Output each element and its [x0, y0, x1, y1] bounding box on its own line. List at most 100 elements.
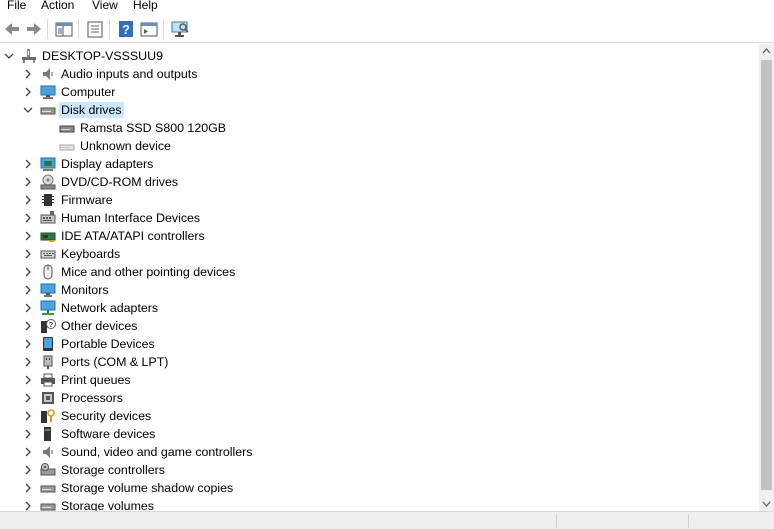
menu-help[interactable]: Help	[133, 0, 158, 13]
tree-item-audio-inputs-and-outputs[interactable]: Audio inputs and outputs	[0, 65, 760, 83]
vertical-scrollbar[interactable]	[759, 44, 774, 511]
tree-item-other-devices[interactable]: ? Other devices	[0, 317, 760, 335]
chevron-right-icon[interactable]	[23, 176, 33, 188]
tree-root[interactable]: DESKTOP-VSSSUU9	[0, 47, 760, 65]
menu-view[interactable]: View	[92, 0, 118, 13]
sound-controller-icon	[43, 446, 53, 458]
chevron-right-icon[interactable]	[23, 302, 33, 314]
scrollbar-thumb[interactable]	[761, 60, 772, 490]
tree-item-label: Network adapters	[61, 301, 159, 315]
tree-item-dvd-cd-rom-drives[interactable]: DVD/CD-ROM drives	[0, 173, 760, 191]
display-adapter-icon	[40, 157, 56, 171]
chevron-right-icon[interactable]	[23, 158, 33, 170]
dvd-drive-icon	[40, 174, 56, 190]
menu-action[interactable]: Action	[41, 0, 74, 13]
computer-root-icon	[22, 49, 36, 63]
tree-item-label: Audio inputs and outputs	[61, 67, 198, 81]
chevron-right-icon[interactable]	[23, 464, 33, 476]
shadow-copy-icon	[40, 485, 56, 493]
tree-item-label: Monitors	[61, 283, 109, 297]
toolbar-separator	[109, 19, 110, 39]
tree-item-storage-volumes[interactable]: Storage volumes	[0, 497, 760, 511]
back-icon[interactable]	[2, 19, 22, 39]
chevron-right-icon[interactable]	[23, 428, 33, 440]
monitor-icon	[40, 283, 56, 297]
scroll-up-arrow-icon[interactable]	[759, 44, 774, 59]
tree-item-label: Human Interface Devices	[61, 211, 201, 225]
tree-item-network-adapters[interactable]: Network adapters	[0, 299, 760, 317]
menu-file[interactable]: File	[7, 0, 26, 13]
help-icon[interactable]: ?	[116, 19, 136, 39]
chevron-down-icon[interactable]	[23, 104, 33, 116]
chevron-down-icon[interactable]	[4, 50, 14, 62]
toolbar-separator	[78, 19, 79, 39]
chevron-right-icon[interactable]	[23, 446, 33, 458]
tree-child-unknown-device[interactable]: Unknown device	[0, 137, 760, 155]
chevron-right-icon[interactable]	[23, 230, 33, 242]
tree-item-processors[interactable]: Processors	[0, 389, 760, 407]
forward-icon[interactable]	[24, 19, 44, 39]
tree-item-security-devices[interactable]: Security devices	[0, 407, 760, 425]
tree-item-label: Sound, video and game controllers	[61, 445, 253, 459]
chevron-right-icon[interactable]	[23, 410, 33, 422]
tree-child-ramsta-ssd[interactable]: Ramsta SSD S800 120GB	[0, 119, 760, 137]
tree-item-label: Computer	[61, 85, 116, 99]
chevron-right-icon[interactable]	[23, 338, 33, 350]
tree-item-monitors[interactable]: Monitors	[0, 281, 760, 299]
tree-item-label: Storage controllers	[61, 463, 165, 477]
tree-item-storage-controllers[interactable]: Storage controllers	[0, 461, 760, 479]
toolbar-separator	[47, 19, 48, 39]
tree-item-computer[interactable]: Computer	[0, 83, 760, 101]
tree-item-keyboards[interactable]: Keyboards	[0, 245, 760, 263]
properties-icon[interactable]	[85, 19, 105, 39]
chevron-right-icon[interactable]	[23, 482, 33, 494]
tree-child-label: Unknown device	[80, 139, 171, 153]
console-tree-view-icon[interactable]	[139, 19, 159, 39]
scan-hardware-changes-icon[interactable]	[170, 19, 190, 39]
chevron-right-icon[interactable]	[23, 68, 33, 80]
scroll-down-arrow-icon[interactable]	[759, 496, 774, 511]
tree-item-label: DVD/CD-ROM drives	[61, 175, 179, 189]
tree-item-label: Portable Devices	[61, 337, 155, 351]
status-bar	[0, 511, 774, 529]
tree-root-label: DESKTOP-VSSSUU9	[42, 49, 163, 63]
tree-item-mice-and-other-pointing-devices[interactable]: Mice and other pointing devices	[0, 263, 760, 281]
tree-item-label: Storage volume shadow copies	[61, 481, 234, 495]
tree-item-software-devices[interactable]: Software devices	[0, 425, 760, 443]
show-hide-console-tree-icon[interactable]	[54, 19, 74, 39]
mouse-icon	[43, 264, 53, 280]
keyboard-icon	[40, 250, 56, 259]
chevron-right-icon[interactable]	[23, 392, 33, 404]
chevron-right-icon[interactable]	[23, 266, 33, 278]
speaker-icon	[43, 68, 53, 80]
ide-controller-icon	[40, 232, 56, 242]
chevron-right-icon[interactable]	[23, 86, 33, 98]
tree-item-storage-volume-shadow-copies[interactable]: Storage volume shadow copies	[0, 479, 760, 497]
tree-item-human-interface-devices[interactable]: Human Interface Devices	[0, 209, 760, 227]
processor-icon	[42, 392, 54, 404]
network-adapter-icon	[40, 300, 56, 315]
chevron-right-icon[interactable]	[23, 356, 33, 368]
tree-item-label: Security devices	[61, 409, 152, 423]
tree-item-firmware[interactable]: Firmware	[0, 191, 760, 209]
chevron-right-icon[interactable]	[23, 212, 33, 224]
chevron-right-icon[interactable]	[23, 374, 33, 386]
toolbar: ?	[0, 13, 774, 43]
chevron-right-icon[interactable]	[23, 194, 33, 206]
tree-item-ide-ata-atapi-controllers[interactable]: IDE ATA/ATAPI controllers	[0, 227, 760, 245]
tree-item-display-adapters[interactable]: Display adapters	[0, 155, 760, 173]
tree-item-portable-devices[interactable]: Portable Devices	[0, 335, 760, 353]
tree-item-disk-drives[interactable]: Disk drives	[0, 101, 760, 119]
tree-item-sound-video-and-game-controllers[interactable]: Sound, video and game controllers	[0, 443, 760, 461]
tree-item-print-queues[interactable]: Print queues	[0, 371, 760, 389]
tree-item-label: Display adapters	[61, 157, 154, 171]
chevron-right-icon[interactable]	[23, 320, 33, 332]
chevron-right-icon[interactable]	[23, 284, 33, 296]
tree-child-label: Ramsta SSD S800 120GB	[80, 121, 227, 135]
disk-drive-icon	[59, 125, 75, 133]
printer-icon	[41, 373, 55, 387]
tree-item-label: Keyboards	[61, 247, 121, 261]
tree-item-ports-com-lpt[interactable]: Ports (COM & LPT)	[0, 353, 760, 371]
chevron-right-icon[interactable]	[23, 500, 33, 511]
chevron-right-icon[interactable]	[23, 248, 33, 260]
